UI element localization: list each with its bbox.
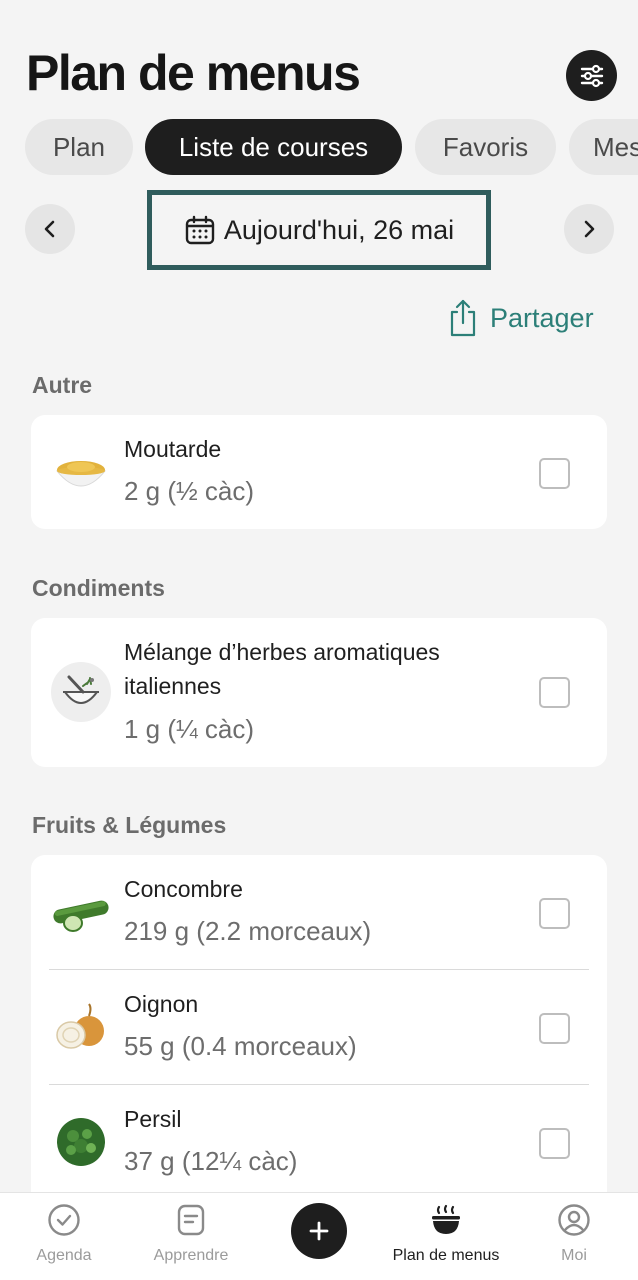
nav-learn[interactable]: Apprendre <box>131 1193 251 1280</box>
tab-bar: Plan Liste de courses Favoris Mes <box>0 119 638 175</box>
share-button[interactable]: Partager <box>448 296 594 340</box>
nav-label: Agenda <box>36 1247 92 1264</box>
previous-day-button[interactable] <box>25 204 75 254</box>
profile-icon <box>558 1204 590 1236</box>
book-icon <box>177 1204 205 1236</box>
nav-profile[interactable]: Moi <box>514 1193 634 1280</box>
next-day-button[interactable] <box>564 204 614 254</box>
date-navigator: Aujourd'hui, 26 mai <box>0 188 638 270</box>
bottom-navigation: Agenda Apprendre Plan de menus Moi <box>0 1192 638 1280</box>
item-quantity: 1 g (¼ càc) <box>124 714 255 744</box>
chevron-left-icon <box>44 220 55 238</box>
nav-agenda[interactable]: Agenda <box>4 1193 124 1280</box>
section-card-fruits-vegetables: Concombre 219 g (2.2 morceaux) Oignon 55… <box>31 855 607 1205</box>
date-label: Aujourd'hui, 26 mai <box>223 214 455 245</box>
item-checkbox[interactable] <box>539 1013 570 1044</box>
item-checkbox[interactable] <box>539 1128 570 1159</box>
nav-label: Moi <box>561 1247 587 1264</box>
item-name: Moutarde <box>124 436 222 462</box>
check-circle-icon <box>48 1204 80 1236</box>
item-name-line2: italiennes <box>124 673 222 699</box>
item-name: Persil <box>124 1106 182 1132</box>
nav-label: Apprendre <box>153 1247 229 1264</box>
settings-button[interactable] <box>566 50 617 101</box>
section-title-condiments: Condiments <box>32 575 165 601</box>
item-name-line1: Mélange d’herbes aromatiques <box>124 639 440 665</box>
item-checkbox[interactable] <box>539 898 570 929</box>
add-button[interactable] <box>291 1203 347 1259</box>
mortar-herbs-icon <box>51 662 111 722</box>
item-quantity: 2 g (½ càc) <box>124 476 255 506</box>
item-quantity: 37 g (12¼ càc) <box>124 1146 298 1176</box>
share-icon <box>450 299 476 337</box>
nav-label: Plan de menus <box>392 1247 500 1264</box>
item-checkbox[interactable] <box>539 458 570 489</box>
tab-mine[interactable]: Mes <box>569 119 638 175</box>
sliders-icon <box>580 64 603 87</box>
nav-meal-plan[interactable]: Plan de menus <box>386 1193 506 1280</box>
section-title-other: Autre <box>32 372 93 398</box>
tab-shopping-list[interactable]: Liste de courses <box>145 119 402 175</box>
chevron-right-icon <box>584 220 595 238</box>
plus-icon <box>309 1221 329 1241</box>
page-title: Plan de menus <box>26 45 361 101</box>
list-item[interactable]: Moutarde 2 g (½ càc) <box>31 415 607 529</box>
list-item[interactable]: Persil 37 g (12¼ càc) <box>31 1085 607 1199</box>
header: Plan de menus <box>0 0 638 120</box>
tab-favorites[interactable]: Favoris <box>415 119 556 175</box>
section-card-condiments: Mélange d’herbes aromatiques italiennes … <box>31 618 607 767</box>
item-checkbox[interactable] <box>539 677 570 708</box>
cucumber-icon <box>53 900 109 932</box>
share-label: Partager <box>490 302 594 333</box>
date-selector[interactable]: Aujourd'hui, 26 mai <box>147 190 491 270</box>
item-quantity: 55 g (0.4 morceaux) <box>124 1031 357 1061</box>
tab-plan[interactable]: Plan <box>25 119 133 175</box>
list-item[interactable]: Mélange d’herbes aromatiques italiennes … <box>31 618 607 767</box>
parsley-icon <box>57 1118 105 1166</box>
section-card-other: Moutarde 2 g (½ càc) <box>31 415 607 529</box>
mustard-bowl-icon <box>55 461 107 487</box>
item-quantity: 219 g (2.2 morceaux) <box>124 916 372 946</box>
section-title-fruits-vegetables: Fruits & Légumes <box>32 812 227 838</box>
bowl-icon <box>432 1204 460 1234</box>
calendar-icon <box>185 215 215 245</box>
item-name: Oignon <box>124 991 199 1017</box>
list-item[interactable]: Concombre 219 g (2.2 morceaux) <box>31 855 607 969</box>
onion-icon <box>56 1003 104 1049</box>
item-name: Concombre <box>124 876 243 902</box>
list-item[interactable]: Oignon 55 g (0.4 morceaux) <box>31 970 607 1084</box>
